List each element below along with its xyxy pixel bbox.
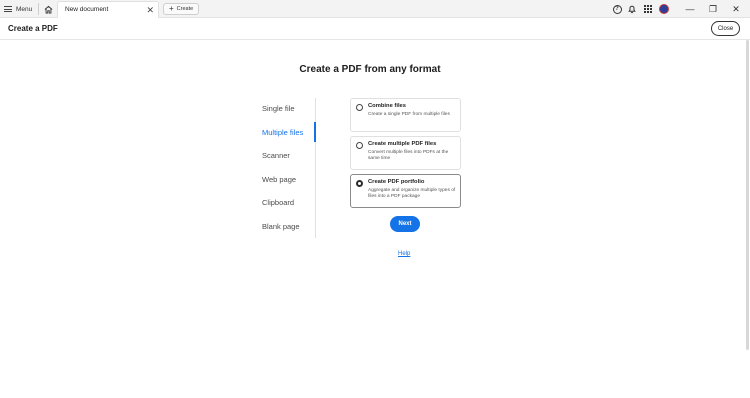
menu-label: Menu bbox=[16, 5, 33, 13]
notifications-button[interactable] bbox=[626, 3, 638, 15]
hamburger-icon bbox=[4, 6, 12, 12]
scrollbar[interactable] bbox=[746, 40, 749, 350]
option-description: Create a single PDF from multiple files bbox=[368, 112, 450, 117]
minimize-icon[interactable]: — bbox=[683, 2, 697, 16]
apps-icon bbox=[644, 5, 652, 13]
source-nav: Single file Multiple files Scanner Web p… bbox=[262, 98, 316, 238]
create-label: Create bbox=[176, 6, 194, 12]
bell-icon bbox=[628, 5, 636, 14]
tool-title: Create a PDF bbox=[8, 24, 58, 33]
restore-icon[interactable]: ❐ bbox=[706, 2, 720, 16]
nav-item-single-file[interactable]: Single file bbox=[262, 104, 295, 113]
close-button[interactable]: Close bbox=[711, 21, 740, 36]
tab-close-icon[interactable]: ✕ bbox=[146, 4, 154, 16]
divider bbox=[38, 3, 39, 15]
title-bar: Menu New document ✕ + Create ? — ❐ ✕ bbox=[0, 0, 750, 18]
nav-item-scanner[interactable]: Scanner bbox=[262, 151, 290, 160]
option-title: Create multiple PDF files bbox=[368, 141, 437, 147]
radio-create-multiple-pdf[interactable] bbox=[356, 142, 363, 149]
plus-icon: + bbox=[169, 4, 174, 13]
nav-active-indicator bbox=[314, 122, 316, 142]
help-icon: ? bbox=[612, 4, 622, 14]
nav-item-web-page[interactable]: Web page bbox=[262, 175, 296, 184]
option-description: Aggregate and organize multiple types of… bbox=[368, 188, 456, 199]
menu-button[interactable]: Menu bbox=[4, 2, 32, 16]
help-link[interactable]: Help bbox=[398, 251, 410, 257]
option-create-pdf-portfolio[interactable]: Create PDF portfolio Aggregate and organ… bbox=[350, 174, 461, 208]
avatar-icon bbox=[659, 4, 669, 14]
option-title: Create PDF portfolio bbox=[368, 179, 425, 185]
document-tab[interactable]: New document ✕ bbox=[57, 1, 159, 18]
tool-header: Create a PDF Close bbox=[0, 18, 750, 40]
create-tab-button[interactable]: + Create bbox=[163, 3, 200, 15]
next-button[interactable]: Next bbox=[390, 216, 420, 232]
window-close-icon[interactable]: ✕ bbox=[729, 2, 743, 16]
page-title: Create a PDF from any format bbox=[299, 64, 441, 75]
nav-item-clipboard[interactable]: Clipboard bbox=[262, 198, 294, 207]
option-combine-files[interactable]: Combine files Create a single PDF from m… bbox=[350, 98, 461, 132]
home-icon bbox=[44, 5, 52, 14]
radio-create-pdf-portfolio[interactable] bbox=[356, 180, 363, 187]
option-title: Combine files bbox=[368, 103, 407, 109]
profile-button[interactable] bbox=[658, 3, 670, 15]
option-description: Convert multiple files into PDFs at the … bbox=[368, 150, 449, 161]
help-button[interactable]: ? bbox=[611, 3, 623, 15]
nav-item-blank-page[interactable]: Blank page bbox=[262, 222, 300, 231]
nav-item-multiple-files[interactable]: Multiple files bbox=[262, 128, 303, 137]
nav-divider bbox=[315, 98, 316, 238]
option-create-multiple-pdf[interactable]: Create multiple PDF files Convert multip… bbox=[350, 136, 461, 170]
home-button[interactable] bbox=[41, 2, 55, 16]
radio-combine-files[interactable] bbox=[356, 104, 363, 111]
apps-button[interactable] bbox=[642, 3, 654, 15]
document-tab-label: New document bbox=[65, 6, 109, 13]
